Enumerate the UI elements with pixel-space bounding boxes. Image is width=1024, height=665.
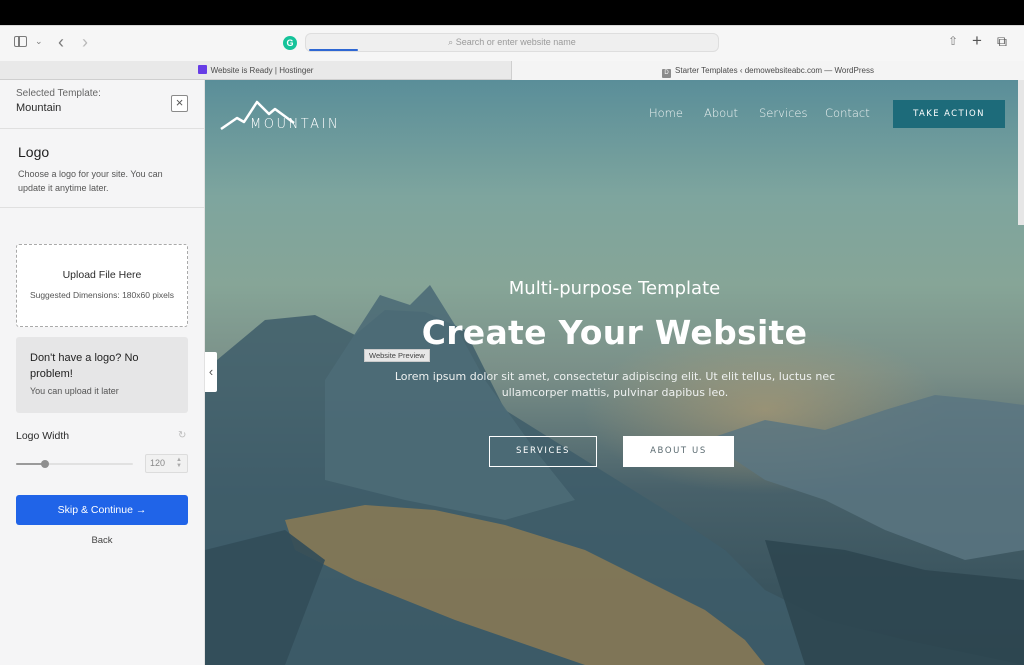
preview-scrollbar[interactable] [1018, 80, 1024, 225]
back-link[interactable]: Back [16, 535, 188, 546]
no-logo-subtext: You can upload it later [30, 386, 119, 396]
skip-continue-button[interactable]: Skip & Continue → [16, 495, 188, 525]
upload-title: Upload File Here [62, 269, 142, 281]
divider [0, 128, 205, 129]
logo-width-slider[interactable] [16, 460, 133, 468]
hero-text: Lorem ipsum dolor sit amet, consectetur … [394, 370, 836, 399]
website-preview-tooltip: Website Preview [364, 349, 430, 362]
template-sidebar: Selected Template: Mountain × Logo Choos… [0, 80, 205, 665]
spin-buttons[interactable]: ▲ ▼ [176, 457, 182, 469]
search-icon: ⌕ [448, 37, 454, 47]
services-button[interactable]: SERVICES [489, 436, 597, 467]
nav-contact[interactable]: Contact [825, 106, 870, 120]
no-logo-notice: Don't have a logo? No problem! You can u… [16, 337, 188, 413]
take-action-button[interactable]: TAKE ACTION [893, 100, 1005, 128]
hostinger-icon [197, 65, 207, 74]
no-logo-heading: Don't have a logo? No problem! [30, 352, 139, 380]
slider-thumb[interactable] [41, 460, 50, 468]
back-icon[interactable]: ‹ [58, 33, 64, 51]
forward-icon[interactable]: › [82, 33, 88, 51]
share-icon[interactable]: ⇧ [948, 35, 958, 47]
grammarly-icon[interactable]: G [283, 36, 297, 50]
tab-starter-templates[interactable]: D Starter Templates ‹ demowebsiteabc.com … [512, 61, 1024, 80]
wordpress-d-icon: D [662, 69, 672, 78]
hero-title: Create Your Website [421, 313, 808, 352]
menu-bar [0, 0, 1024, 25]
divider [0, 207, 205, 208]
chevron-down-icon[interactable]: ⌄ [35, 37, 43, 46]
nav-home[interactable]: Home [649, 106, 683, 120]
nav-services[interactable]: Services [759, 106, 808, 120]
tab-overview-icon[interactable]: ⧉ [997, 34, 1007, 48]
tab-hostinger[interactable]: Website is Ready | Hostinger [0, 61, 512, 80]
section-title: Logo [18, 144, 50, 160]
address-bar[interactable]: ⌕ Search or enter website name [305, 33, 719, 52]
about-us-button[interactable]: ABOUT US [623, 436, 734, 467]
nav-about[interactable]: About [704, 106, 738, 120]
selected-template-value: Mountain [16, 102, 62, 114]
logo-width-input[interactable]: 120 ▲ ▼ [145, 454, 188, 473]
address-placeholder: ⌕ Search or enter website name [448, 37, 576, 47]
sidebar-toggle-icon[interactable] [14, 36, 27, 47]
upload-dropzone[interactable]: Upload File Here Suggested Dimensions: 1… [16, 244, 188, 327]
upload-hint: Suggested Dimensions: 180x60 pixels [29, 290, 175, 300]
site-logo[interactable]: MOUNTAIN [219, 98, 338, 137]
section-description: Choose a logo for your site. You can upd… [18, 169, 163, 193]
close-icon[interactable]: × [171, 95, 188, 112]
reset-icon[interactable]: ↻ [178, 430, 186, 441]
new-tab-icon[interactable]: + [972, 32, 982, 49]
selected-template-label: Selected Template: [16, 88, 101, 99]
website-preview: MOUNTAIN Home About Services Contact TAK… [205, 80, 1024, 665]
page-load-progress [309, 49, 359, 51]
site-logo-text: MOUNTAIN [250, 117, 341, 132]
collapse-sidebar-icon[interactable]: ‹ [205, 352, 217, 392]
logo-width-label: Logo Width [16, 430, 70, 442]
hero-subtitle: Multi-purpose Template [508, 278, 721, 299]
